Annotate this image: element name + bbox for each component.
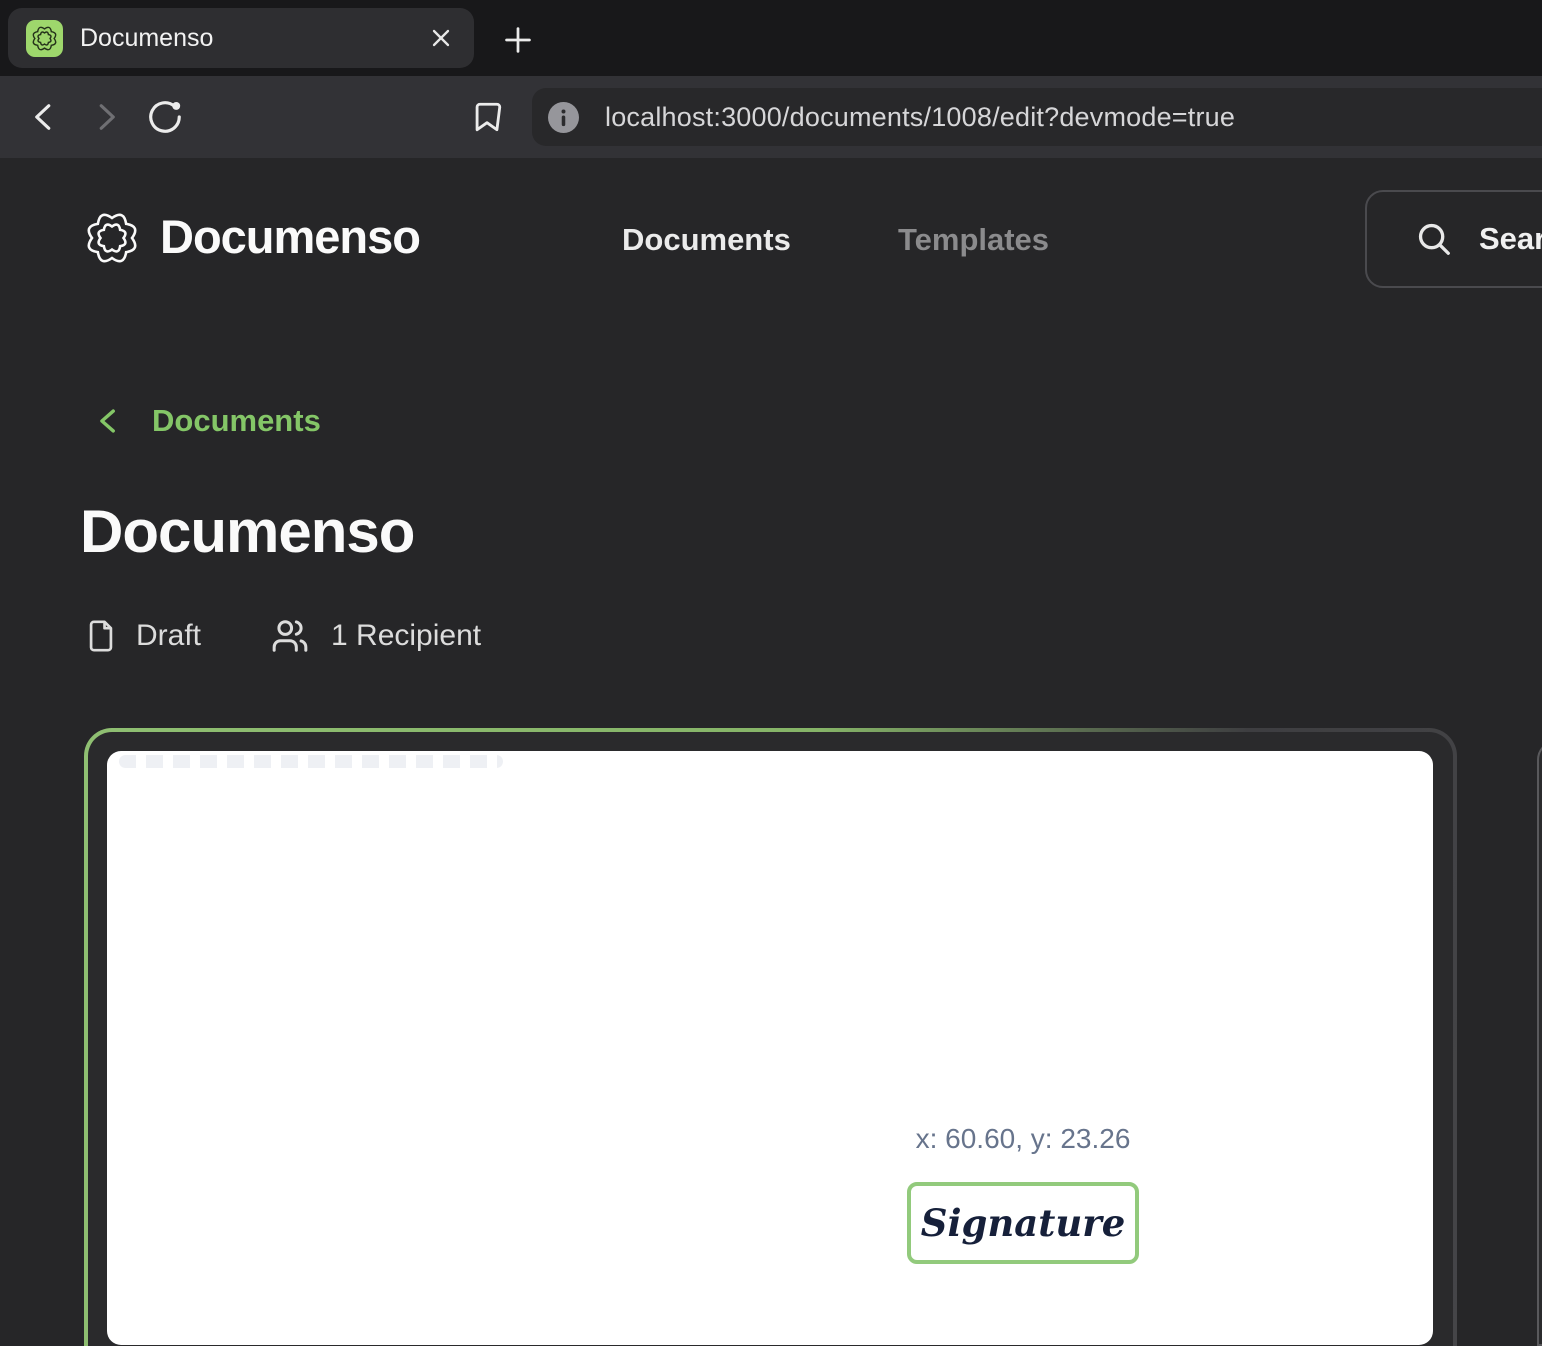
info-icon[interactable] [548,102,579,133]
url-text: localhost:3000/documents/1008/edit?devmo… [605,102,1235,133]
back-icon[interactable] [26,98,64,136]
pdf-page[interactable]: x: 60.60, y: 23.26 Signature [107,751,1433,1345]
address-bar[interactable]: localhost:3000/documents/1008/edit?devmo… [532,88,1542,146]
breadcrumb[interactable]: Documents [92,398,321,444]
browser-toolbar: localhost:3000/documents/1008/edit?devmo… [0,76,1542,158]
documenso-logo-icon [84,210,140,266]
signature-field[interactable]: Signature [907,1182,1139,1264]
right-panel-edge [1537,740,1542,1346]
status-badge: Draft [84,614,201,658]
chevron-left-icon [92,404,126,438]
document-meta-row: Draft 1 Recipient [84,614,481,658]
field-coordinates-label: x: 60.60, y: 23.26 [907,1123,1139,1155]
document-card-inner: x: 60.60, y: 23.26 Signature [88,732,1453,1346]
plus-icon [502,24,534,56]
forward-icon[interactable] [86,98,124,136]
search-button-label: Search [1479,221,1542,257]
tab-title: Documenso [80,24,426,53]
documenso-rosette-icon [31,25,58,52]
breadcrumb-label: Documents [152,398,321,444]
users-icon [267,617,313,655]
brand-wordmark[interactable]: Documenso [160,206,420,268]
file-icon [84,617,118,655]
signature-field-label: Signature [921,1201,1126,1245]
reload-icon[interactable] [146,98,184,136]
page-title: Documenso [80,494,414,570]
nav-documents[interactable]: Documents [622,220,791,260]
documenso-favicon [26,20,63,57]
recipients-badge: 1 Recipient [267,614,481,658]
browser-tab-strip: Documenso [0,0,1542,76]
app-content: Documenso Documents Templates Search Doc… [0,158,1542,1346]
recipients-label: 1 Recipient [331,614,481,658]
document-card: x: 60.60, y: 23.26 Signature [84,728,1457,1346]
browser-tab[interactable]: Documenso [8,8,474,68]
new-tab-button[interactable] [500,22,536,58]
status-label: Draft [136,614,201,658]
bookmark-icon[interactable] [468,98,506,136]
close-icon[interactable] [426,23,456,53]
search-button[interactable]: Search [1365,190,1542,288]
browser-window: Documenso [0,0,1542,1346]
page-top-faded-content [119,755,503,768]
nav-templates[interactable]: Templates [898,220,1049,260]
search-icon [1415,220,1453,258]
